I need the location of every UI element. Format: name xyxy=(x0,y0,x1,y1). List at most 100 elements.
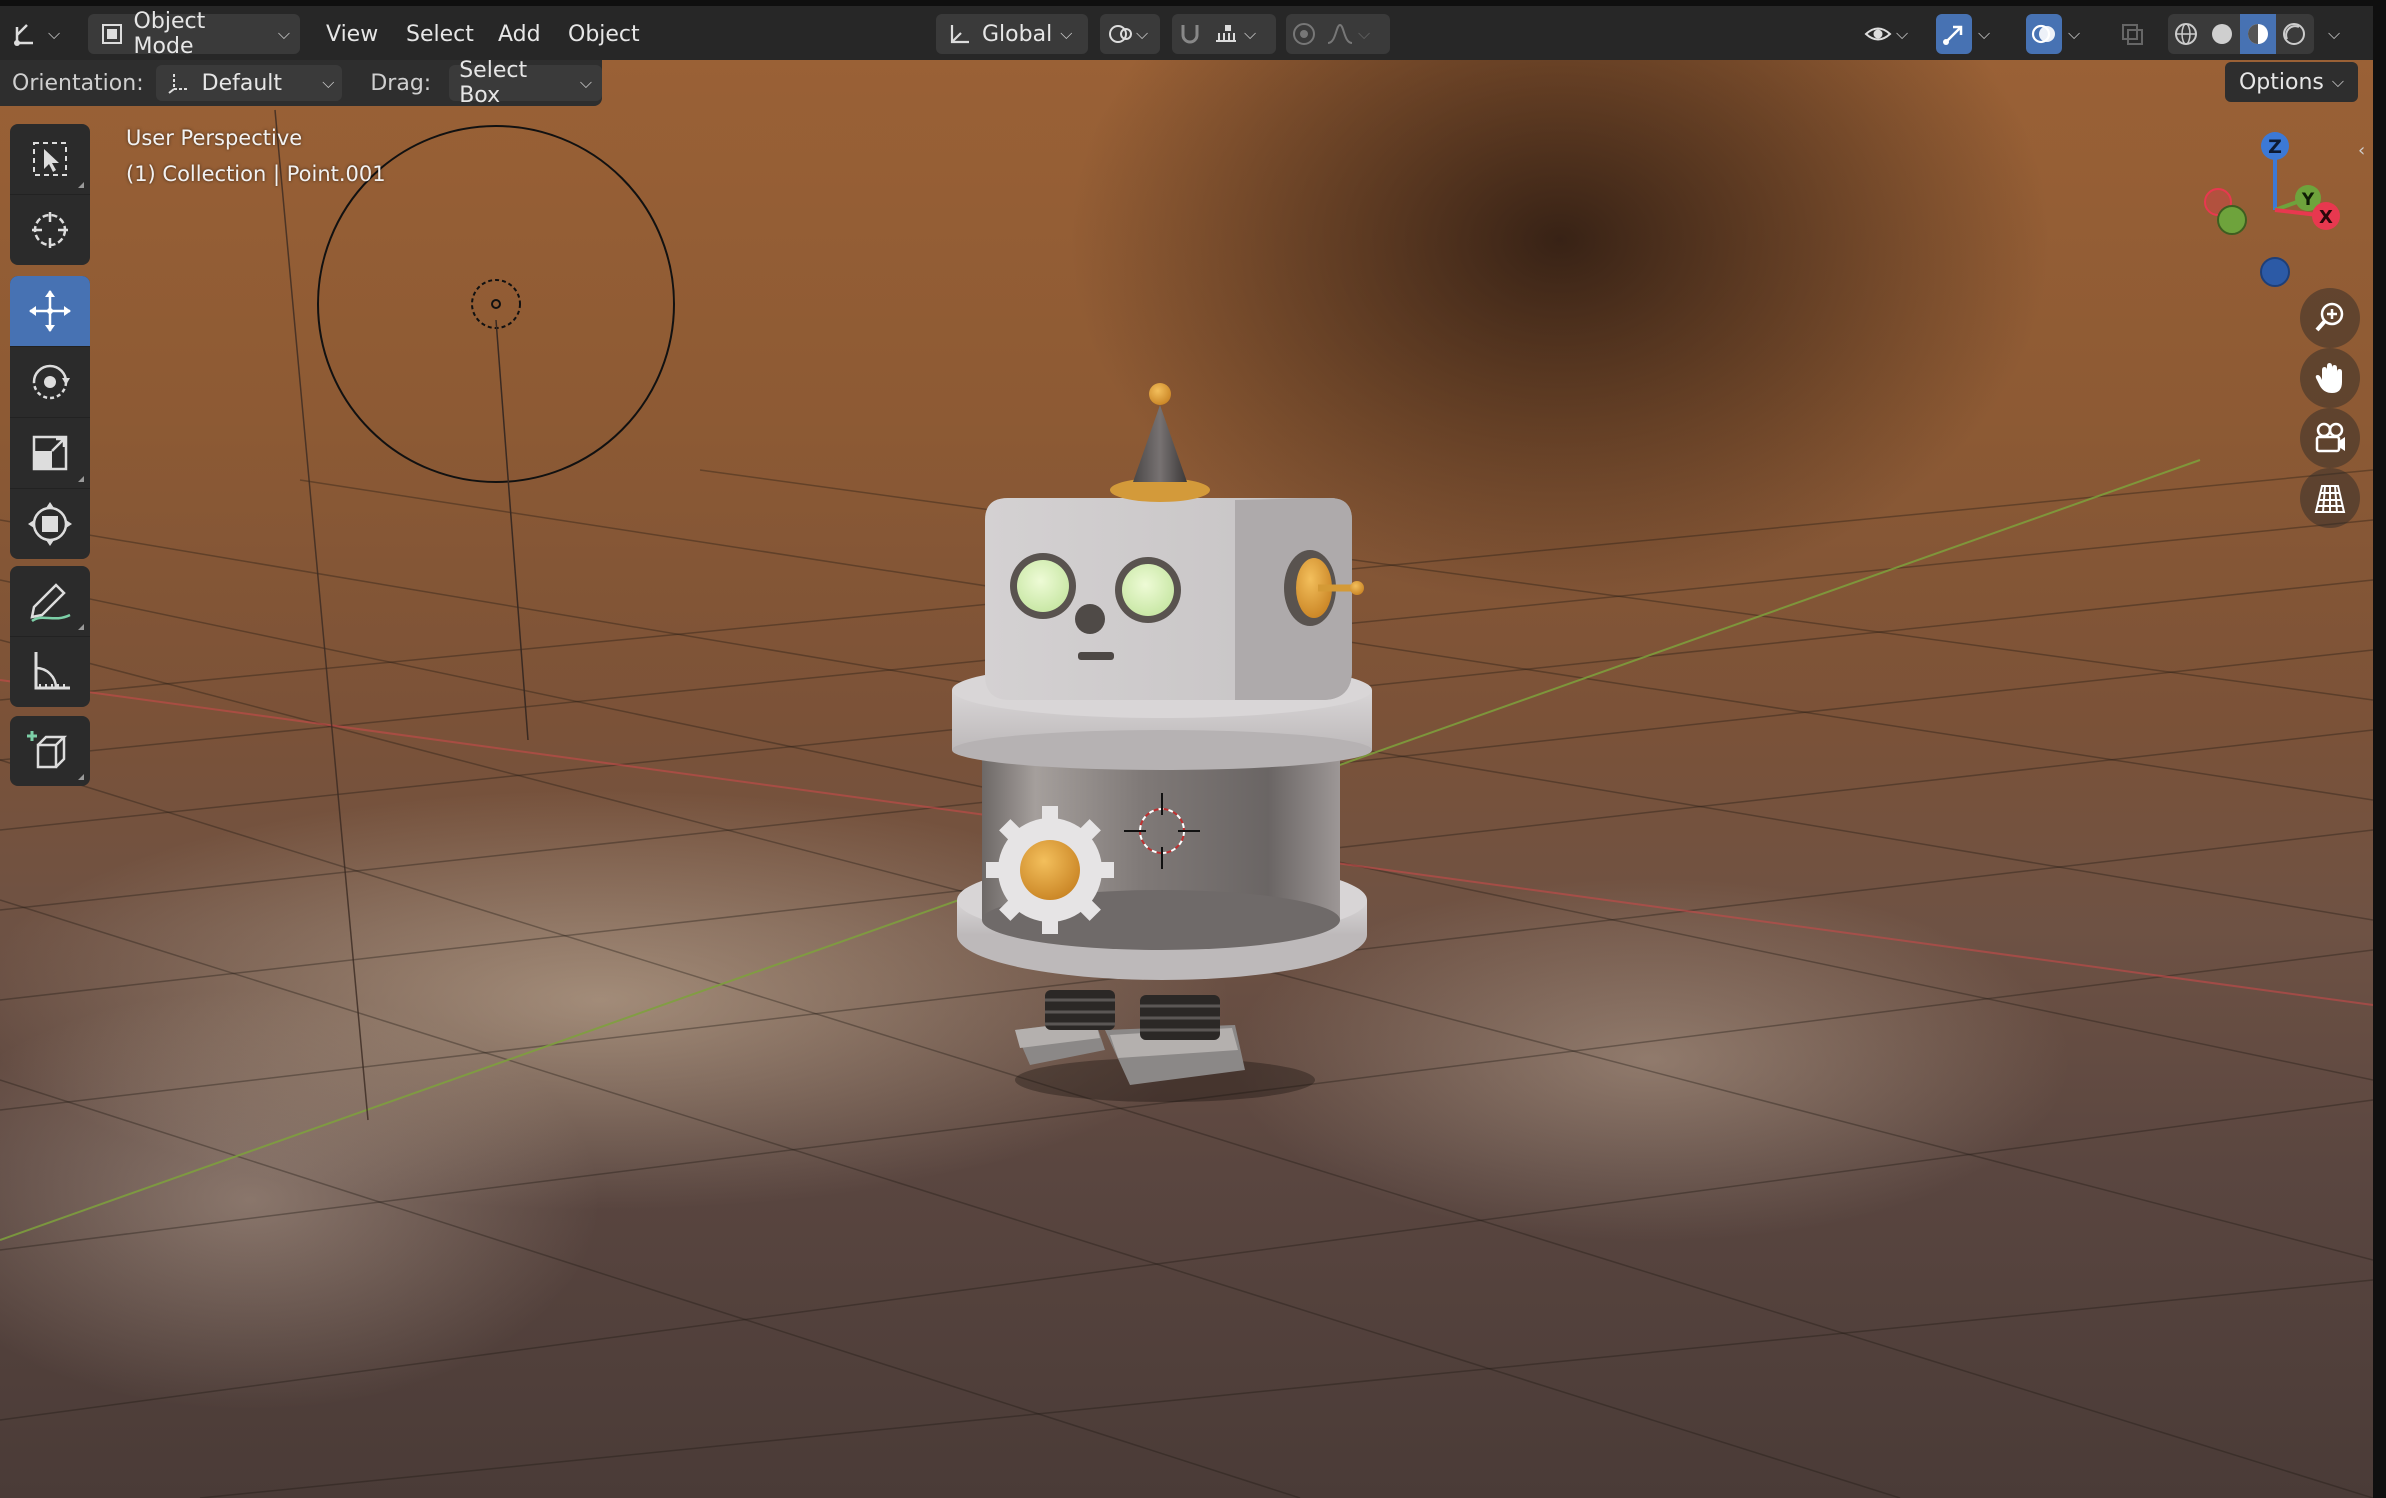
menu-object[interactable]: Object xyxy=(558,14,650,54)
chevron-down-icon[interactable]: ⌵ xyxy=(2068,24,2080,44)
gear-decoration xyxy=(986,806,1114,934)
sidebar-toggle-chevron-icon[interactable]: ‹ xyxy=(2358,140,2365,161)
zoom-button[interactable] xyxy=(2300,288,2360,348)
gizmo-arrow-icon[interactable] xyxy=(1936,14,1972,54)
chevron-down-icon[interactable]: ⌵ xyxy=(1358,24,1370,44)
drag-dropdown[interactable]: Select Box ⌵ xyxy=(449,58,602,108)
ortho-toggle-button[interactable] xyxy=(2300,468,2360,528)
select-box-icon xyxy=(33,142,67,176)
eye-icon xyxy=(1864,20,1892,48)
orientation-label: Global xyxy=(982,21,1053,47)
material-preview-icon[interactable] xyxy=(2240,14,2276,54)
transform-icon xyxy=(28,502,72,546)
tool-cursor[interactable] xyxy=(10,195,90,265)
overlay-toggle-group: ⌵ xyxy=(2026,14,2104,54)
chevron-down-icon[interactable]: ⌵ xyxy=(1244,24,1256,44)
snap-increment-icon[interactable] xyxy=(1208,14,1244,54)
chevron-down-icon[interactable]: ⌵ xyxy=(1978,24,1990,44)
z-axis-label: Z xyxy=(2268,136,2282,158)
orientation-axes-icon xyxy=(164,69,192,97)
chevron-down-icon: ⌵ xyxy=(277,24,290,43)
tool-rotate[interactable] xyxy=(10,347,90,418)
mode-dropdown[interactable]: Object Mode ⌵ xyxy=(88,9,300,59)
camera-view-icon xyxy=(2315,422,2345,453)
pivot-point-dropdown[interactable]: ⌵ xyxy=(1100,14,1160,54)
annotate-icon xyxy=(30,583,71,623)
tool-scale[interactable] xyxy=(10,418,90,489)
rendered-icon[interactable] xyxy=(2276,14,2312,54)
overlay-circles-icon[interactable] xyxy=(2026,14,2062,54)
tool-select-box[interactable] xyxy=(10,124,90,195)
shading-options-dropdown[interactable]: ⌵ xyxy=(2328,14,2340,54)
orientation-value: Default xyxy=(201,70,283,96)
toolbar-group-annotate xyxy=(10,566,90,707)
tool-move[interactable] xyxy=(10,276,90,347)
snap-group: ⌵ xyxy=(1172,14,1276,54)
transform-orientation-dropdown[interactable]: Global ⌵ xyxy=(936,14,1088,54)
view-name-label: User Perspective xyxy=(126,126,303,150)
chevron-down-icon: ⌵ xyxy=(2331,72,2344,91)
measure-icon xyxy=(34,652,70,690)
tool-settings-bar: Orientation: Default ⌵ Drag: Select Box … xyxy=(0,58,602,108)
transform-axes-icon xyxy=(12,20,40,48)
menu-select[interactable]: Select xyxy=(396,14,484,54)
robot-model xyxy=(952,383,1372,1102)
menu-add[interactable]: Add xyxy=(488,14,551,54)
tool-annotate[interactable] xyxy=(10,566,90,637)
neg-y-axis-handle xyxy=(2217,205,2247,235)
pan-button[interactable] xyxy=(2300,348,2360,408)
drag-value: Select Box xyxy=(459,58,528,108)
3d-viewport[interactable] xyxy=(0,0,2373,1498)
drag-field-label: Drag: xyxy=(370,70,432,96)
tool-transform[interactable] xyxy=(10,489,90,559)
scale-icon xyxy=(32,435,68,471)
pivot-point-icon xyxy=(1106,20,1134,48)
chevron-down-icon: ⌵ xyxy=(579,73,592,92)
orientation-dropdown[interactable]: Default ⌵ xyxy=(155,65,343,101)
options-label: Options xyxy=(2238,69,2324,95)
zoom-icon xyxy=(2315,302,2344,332)
chevron-down-icon: ⌵ xyxy=(322,73,335,92)
orientation-field-label: Orientation: xyxy=(12,70,144,96)
tool-measure[interactable] xyxy=(10,637,90,707)
add-cube-icon xyxy=(27,731,68,769)
proportional-edit-group: ⌵ xyxy=(1286,14,1390,54)
wireframe-icon[interactable] xyxy=(2168,14,2204,54)
chevron-down-icon: ⌵ xyxy=(48,24,61,43)
chevron-down-icon: ⌵ xyxy=(1896,24,1909,43)
x-axis-label: X xyxy=(2319,207,2333,228)
tool-add-cube[interactable] xyxy=(10,716,90,786)
y-axis-label: Y xyxy=(2301,190,2315,210)
rotate-icon xyxy=(32,364,70,400)
shading-mode-group xyxy=(2168,14,2314,54)
pan-hand-icon xyxy=(2315,363,2342,393)
collection-info-label: (1) Collection | Point.001 xyxy=(126,162,386,186)
scene-render[interactable] xyxy=(0,0,2373,1498)
toolbar-group-transform xyxy=(10,276,90,559)
navigation-gizmo[interactable]: Z Y X xyxy=(2190,120,2350,300)
falloff-curve-icon[interactable] xyxy=(1322,14,1358,54)
editor-border xyxy=(2373,0,2386,1498)
chevron-down-icon: ⌵ xyxy=(1060,24,1073,43)
move-icon xyxy=(29,290,71,332)
toolbar-group-add xyxy=(10,716,90,786)
chevron-down-icon: ⌵ xyxy=(1136,24,1149,43)
object-mode-icon xyxy=(98,20,126,48)
xray-toggle[interactable] xyxy=(2118,14,2146,54)
proportional-edit-icon[interactable] xyxy=(1286,14,1322,54)
ortho-grid-icon xyxy=(2314,485,2346,513)
toolbar-group-select xyxy=(10,124,90,265)
chevron-down-icon: ⌵ xyxy=(2328,24,2341,43)
solid-icon[interactable] xyxy=(2204,14,2240,54)
options-dropdown[interactable]: Options ⌵ xyxy=(2224,62,2358,102)
editor-type-button[interactable]: ⌵ xyxy=(12,14,60,54)
visibility-dropdown[interactable]: ⌵ xyxy=(1864,14,1908,54)
light-object xyxy=(274,109,675,1121)
cursor-icon xyxy=(32,212,68,248)
snap-magnet-icon[interactable] xyxy=(1172,14,1208,54)
viewport-header: ⌵ Object Mode ⌵ View Select Add Object G… xyxy=(0,0,2373,60)
xray-icon xyxy=(2118,20,2146,48)
menu-view[interactable]: View xyxy=(316,14,388,54)
neg-z-axis-handle xyxy=(2260,257,2290,287)
camera-view-button[interactable] xyxy=(2300,408,2360,468)
